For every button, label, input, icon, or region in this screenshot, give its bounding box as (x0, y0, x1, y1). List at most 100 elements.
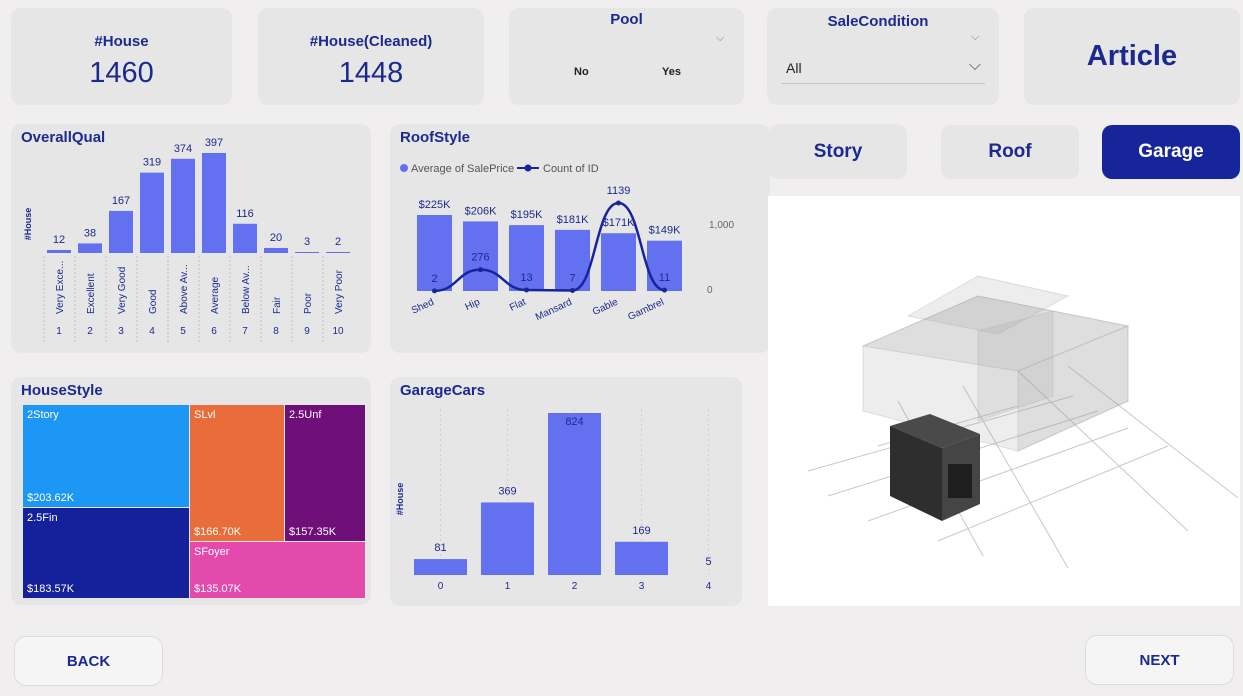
3d-house-model-icon (807, 275, 1239, 569)
y2-tick-1000: 1,000 (709, 220, 734, 231)
kpi-title: #House(Cleaned) (309, 33, 433, 50)
pool-option-yes[interactable]: Yes (662, 66, 681, 78)
treemap-value: $157.35K (289, 526, 337, 538)
kpi-value: 1460 (89, 57, 154, 89)
tab-garage[interactable]: Garage (1102, 125, 1240, 179)
x-tick-label: 4 (149, 326, 155, 337)
salecondition-dropdown[interactable]: All ⌵ (781, 57, 985, 84)
y-axis-label: #House (395, 483, 405, 516)
x-tick-label: Flat (508, 297, 528, 314)
x-tick-label: 8 (273, 326, 279, 337)
roofstyle-chart: Average of SalePrice Count of ID 1,000 0… (400, 163, 734, 323)
article-button[interactable]: Article (1024, 8, 1240, 105)
garagecars-chart: #House 81 0 369 1 824 2 169 3 5 4 (395, 409, 712, 592)
next-button-label: NEXT (1139, 651, 1180, 669)
data-label: 397 (205, 137, 223, 149)
tab-roof[interactable]: Roof (941, 125, 1079, 179)
kpi-title: #House (94, 33, 149, 50)
sub-tick-label: Poor (303, 292, 314, 314)
bar (171, 158, 195, 253)
housestyle-title: HouseStyle (21, 382, 103, 399)
x-tick-label: Gambrel (626, 297, 665, 323)
data-label: $225K (419, 199, 451, 211)
sub-tick-label: Above Av... (179, 264, 190, 314)
sub-tick-label: Average (210, 276, 221, 314)
y-axis-label: #House (23, 208, 33, 241)
housestyle-panel: HouseStyle 2Story $203.62K 2.5Fin $183.5… (11, 377, 371, 605)
line-label: 276 (471, 252, 489, 264)
roofstyle-panel: RoofStyle Average of SalePrice Count of … (390, 124, 770, 353)
bar (615, 541, 668, 575)
legend-avg-saleprice: Average of SalePrice (411, 163, 514, 175)
pool-option-no[interactable]: No (574, 66, 589, 78)
x-tick-label: 10 (332, 326, 344, 337)
treemap-tile-slvl[interactable]: SLvl $166.70K (190, 405, 284, 541)
line-point (524, 287, 529, 293)
x-tick-label: Mansard (534, 297, 574, 323)
data-label: 81 (434, 542, 446, 554)
sub-tick-label: Excellent (86, 273, 97, 314)
tab-story[interactable]: Story (769, 124, 907, 179)
data-label: 12 (53, 234, 65, 246)
next-button[interactable]: NEXT (1085, 635, 1234, 685)
bar (295, 252, 319, 253)
garagecars-panel: GarageCars #House 81 0 369 1 824 2 169 3 5 4 (390, 377, 742, 606)
line-point (432, 288, 437, 294)
x-tick-label: Gable (591, 297, 620, 318)
data-label: $195K (511, 209, 543, 221)
data-label: $206K (465, 205, 497, 217)
kpi-value: 1448 (338, 57, 404, 89)
tab-roof-label: Roof (988, 141, 1032, 162)
bar (481, 502, 534, 575)
model-viewer (768, 196, 1240, 606)
salecondition-slicer: SaleCondition ⌵ All ⌵ (767, 8, 999, 105)
treemap-tile-sfoyer[interactable]: SFoyer $135.07K (190, 542, 365, 598)
salecondition-slicer-title: SaleCondition (827, 13, 929, 30)
line-label: 2 (431, 273, 437, 285)
data-label: 38 (84, 227, 96, 239)
data-label: 824 (565, 416, 583, 428)
chevron-down-icon[interactable]: ⌵ (971, 31, 979, 44)
overallqual-panel: OverallQual #House 12 Very Exce... 1 38 Exce… (11, 124, 371, 353)
treemap-tile-2story[interactable]: 2Story $203.62K (23, 405, 189, 507)
y2-tick-0: 0 (707, 285, 713, 296)
tab-garage-label: Garage (1138, 141, 1204, 162)
sub-tick-label: Very Poor (334, 269, 345, 314)
back-button[interactable]: BACK (14, 636, 163, 686)
bar (601, 233, 636, 291)
data-label: 5 (705, 556, 711, 568)
bar (140, 172, 164, 253)
x-tick-label: 1 (56, 326, 62, 337)
data-label: $181K (557, 214, 589, 226)
treemap-label: SLvl (194, 409, 216, 421)
chevron-down-icon[interactable]: ⌵ (716, 32, 724, 45)
x-tick-label: 7 (242, 326, 248, 337)
sub-tick-label: Very Good (117, 267, 128, 314)
treemap-label: 2.5Unf (289, 409, 322, 421)
bar (264, 247, 288, 253)
pool-slicer-title: Pool (610, 11, 643, 28)
data-label: $149K (649, 225, 681, 237)
bar (414, 559, 467, 575)
line-label: 13 (520, 272, 532, 284)
x-tick-label: Shed (410, 297, 436, 317)
sub-tick-label: Good (148, 290, 159, 314)
sub-tick-label: Fair (272, 296, 283, 314)
bar (202, 153, 226, 253)
article-label: Article (1086, 40, 1178, 72)
pool-slicer[interactable]: Pool ⌵ No Yes (509, 8, 744, 105)
chevron-down-icon: ⌵ (968, 57, 981, 74)
data-label: 369 (498, 485, 516, 497)
x-tick-label: 3 (118, 326, 124, 337)
x-tick-label: 6 (211, 326, 217, 337)
x-tick-label: Hip (464, 297, 483, 313)
line-point (570, 287, 575, 293)
treemap-tile-2-5unf[interactable]: 2.5Unf $157.35K (285, 405, 365, 541)
line-label: 1139 (607, 185, 631, 197)
treemap-tile-2-5fin[interactable]: 2.5Fin $183.57K (23, 508, 189, 598)
legend-marker-avg (400, 164, 408, 172)
data-label: 167 (112, 195, 130, 207)
kpi-card-house: #House 1460 (11, 8, 232, 105)
kpi-card-house-cleaned: #House(Cleaned) 1448 (258, 8, 484, 105)
x-tick-label: 1 (505, 581, 511, 592)
